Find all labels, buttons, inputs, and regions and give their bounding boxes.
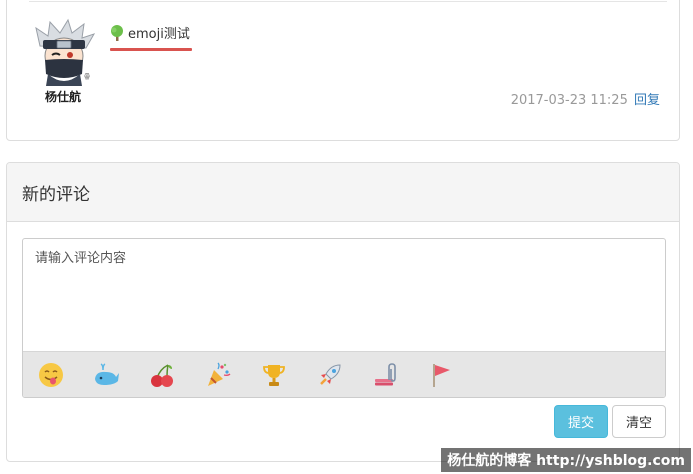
comment-textarea[interactable] <box>23 239 665 351</box>
comment-text: emoji测试 <box>128 27 190 42</box>
svg-text:ꙮ: ꙮ <box>84 72 90 80</box>
divider <box>29 1 667 2</box>
flag-icon[interactable] <box>428 361 456 389</box>
party-popper-icon[interactable] <box>204 361 232 389</box>
submit-button[interactable]: 提交 <box>554 405 608 438</box>
whale-icon[interactable] <box>92 361 120 389</box>
comment-meta: 2017-03-23 11:25 回复 <box>511 89 660 108</box>
comment-panel: ꙮ 杨仕航 emoji测试 2017-03-23 11:25 回复 <box>6 0 680 141</box>
trophy-icon[interactable] <box>260 361 288 389</box>
tree-icon <box>108 24 126 42</box>
panel-title: 新的评论 <box>22 184 90 205</box>
rocket-icon[interactable] <box>316 361 344 389</box>
avatar: ꙮ <box>30 18 98 86</box>
new-comment-panel: 新的评论 请输入评论内容 提交 清空 <box>6 162 680 462</box>
reply-link[interactable]: 回复 <box>634 93 660 108</box>
panel-heading: 新的评论 <box>7 163 679 222</box>
comment-body: emoji测试 <box>108 23 190 42</box>
paperclip-icon[interactable] <box>372 361 400 389</box>
watermark: 杨仕航的博客 http://yshblog.com <box>441 448 691 472</box>
cherries-icon[interactable] <box>148 361 176 389</box>
author-name: 杨仕航 <box>45 90 82 104</box>
clear-button[interactable]: 清空 <box>612 405 666 438</box>
comment-timestamp: 2017-03-23 11:25 <box>510 93 628 108</box>
comment-editor <box>22 238 666 398</box>
page: ꙮ 杨仕航 emoji测试 2017-03-23 11:25 回复 新的评论 请… <box>0 0 693 474</box>
highlight-underline <box>110 48 192 51</box>
smile-tongue-icon[interactable] <box>37 361 65 389</box>
emoji-toolbar <box>23 351 665 397</box>
